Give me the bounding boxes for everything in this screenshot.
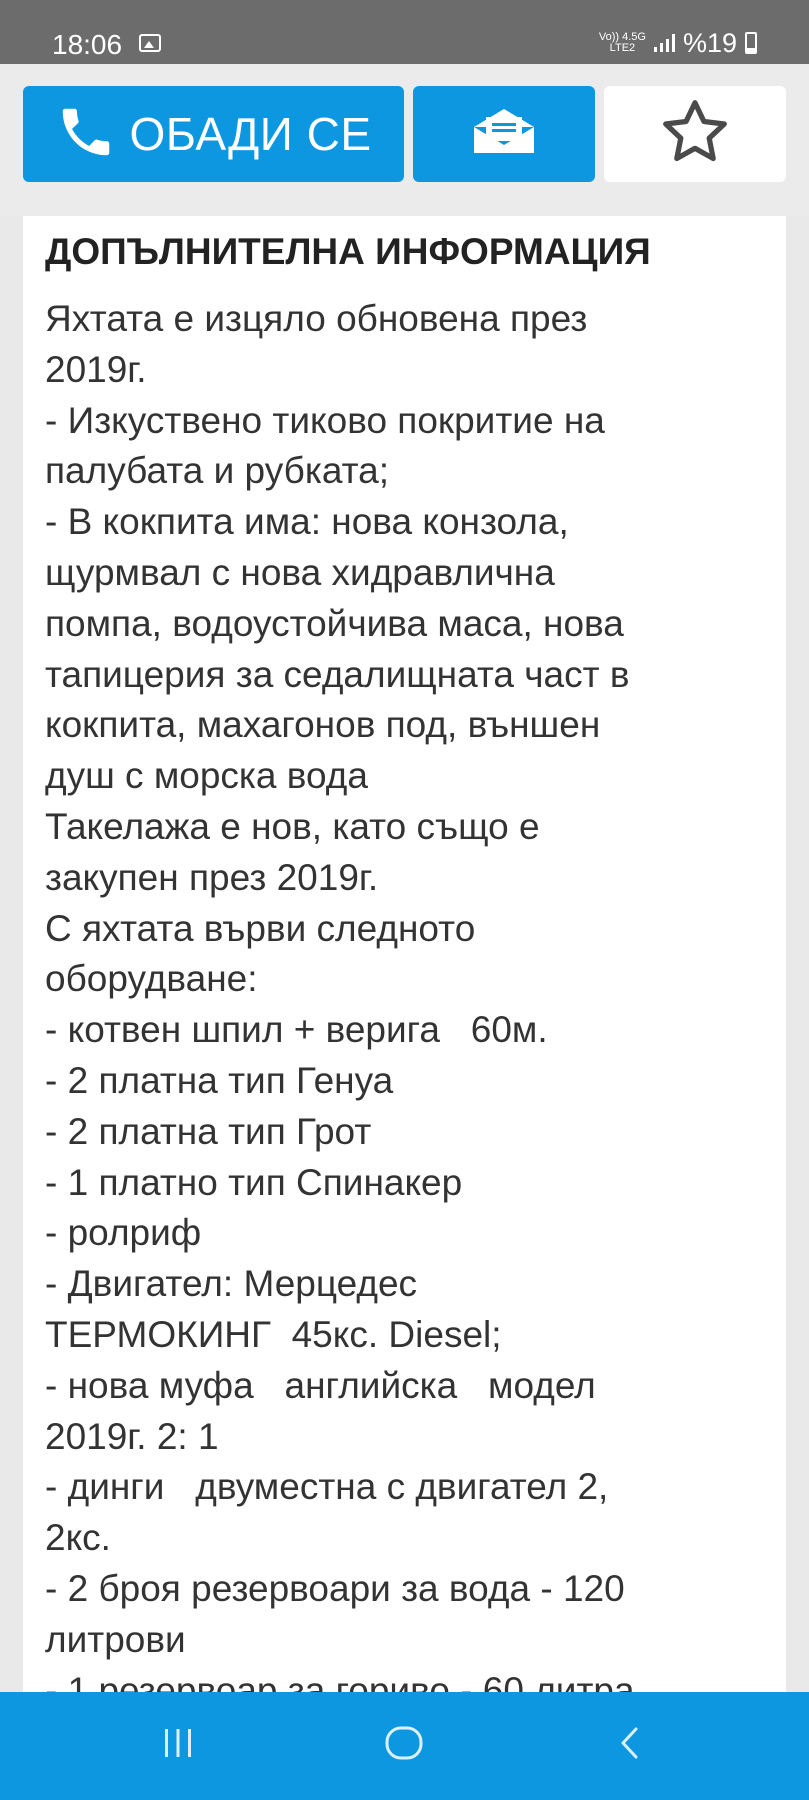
navigation-bar [0, 1692, 809, 1800]
description-line: - В кокпита има: нова конзола, [45, 501, 569, 543]
description-line: - Двигател: Мерцедес [45, 1263, 418, 1305]
status-bar: 18:06 Vo)) 4.5G LTE2 %19 [0, 0, 809, 64]
description-line: душ с морска вода [45, 755, 368, 797]
description-line: - динги двуместна с двигател 2, [45, 1466, 609, 1508]
phone-icon [55, 101, 117, 168]
description-line: оборудване: [45, 958, 258, 1000]
description-line: - Изкуствено тиково покритие на [45, 399, 605, 441]
recent-apps-icon [161, 1727, 195, 1764]
envelope-icon [472, 108, 536, 160]
battery-icon [745, 32, 757, 54]
home-icon [384, 1725, 424, 1766]
additional-info-card: ДОПЪЛНИТЕЛНА ИНФОРМАЦИЯ Яхтата е изцяло … [23, 216, 786, 1692]
description-line: - 2 платна тип Генуа [45, 1059, 394, 1101]
star-icon [657, 95, 733, 174]
description-line: 2кс. [45, 1517, 111, 1559]
description-line: С яхтата върви следното [45, 907, 476, 949]
description-line: - нова муфа английска модел [45, 1364, 596, 1406]
description-line: ТЕРМОКИНГ 45кс. Diesel; [45, 1313, 502, 1355]
signal-icon [653, 34, 675, 52]
gallery-notification-icon [139, 34, 161, 52]
description-line: Яхтата е изцяло обновена през [45, 298, 588, 339]
description-line: - 1 платно тип Спинакер [45, 1161, 463, 1203]
description-line: - котвен шпил + верига 60м. [45, 1009, 548, 1051]
call-button-label: ОБАДИ СЕ [129, 108, 372, 160]
description-line: закупен през 2019г. [45, 856, 379, 898]
description-text: Яхтата е изцяло обновена през 2019г. - И… [45, 294, 635, 1692]
back-icon [616, 1725, 644, 1766]
description-line: Такелажа е нов, като също е [45, 805, 540, 847]
message-button[interactable] [413, 86, 595, 182]
description-line: - 2 броя резервоари за вода - 120 [45, 1567, 625, 1609]
description-line: 2019г. 2: 1 [45, 1415, 219, 1457]
network-indicator: Vo)) 4.5G LTE2 [599, 32, 646, 54]
description-line: тапицерия за седалищната част в [45, 653, 630, 695]
section-title: ДОПЪЛНИТЕЛНА ИНФОРМАЦИЯ [45, 231, 651, 272]
description-line: помпа, водоустойчива маса, нова [45, 602, 624, 644]
description-line: 2019г. [45, 348, 147, 390]
action-bar: ОБАДИ СЕ [0, 64, 809, 216]
call-button[interactable]: ОБАДИ СЕ [23, 86, 404, 182]
description-line: палубата и рубката; [45, 450, 389, 492]
description-line: - ролриф [45, 1212, 202, 1254]
network-label-bottom: LTE2 [609, 42, 636, 54]
home-button[interactable] [374, 1720, 434, 1770]
description-line: - 2 платна тип Грот [45, 1110, 372, 1152]
recent-apps-button[interactable] [148, 1720, 208, 1770]
favorite-button[interactable] [604, 86, 786, 182]
description-line: щурмвал с нова хидравлична [45, 551, 555, 593]
description-line: кокпита, махагонов под, външен [45, 704, 601, 746]
back-button[interactable] [600, 1720, 660, 1770]
status-indicators: Vo)) 4.5G LTE2 %19 [599, 26, 757, 60]
battery-percent: %19 [682, 28, 737, 58]
status-time: 18:06 [52, 29, 123, 60]
description-line: - 1 резервоар за гориво - 60 литра [45, 1669, 635, 1692]
description-line: литрови [45, 1618, 186, 1660]
